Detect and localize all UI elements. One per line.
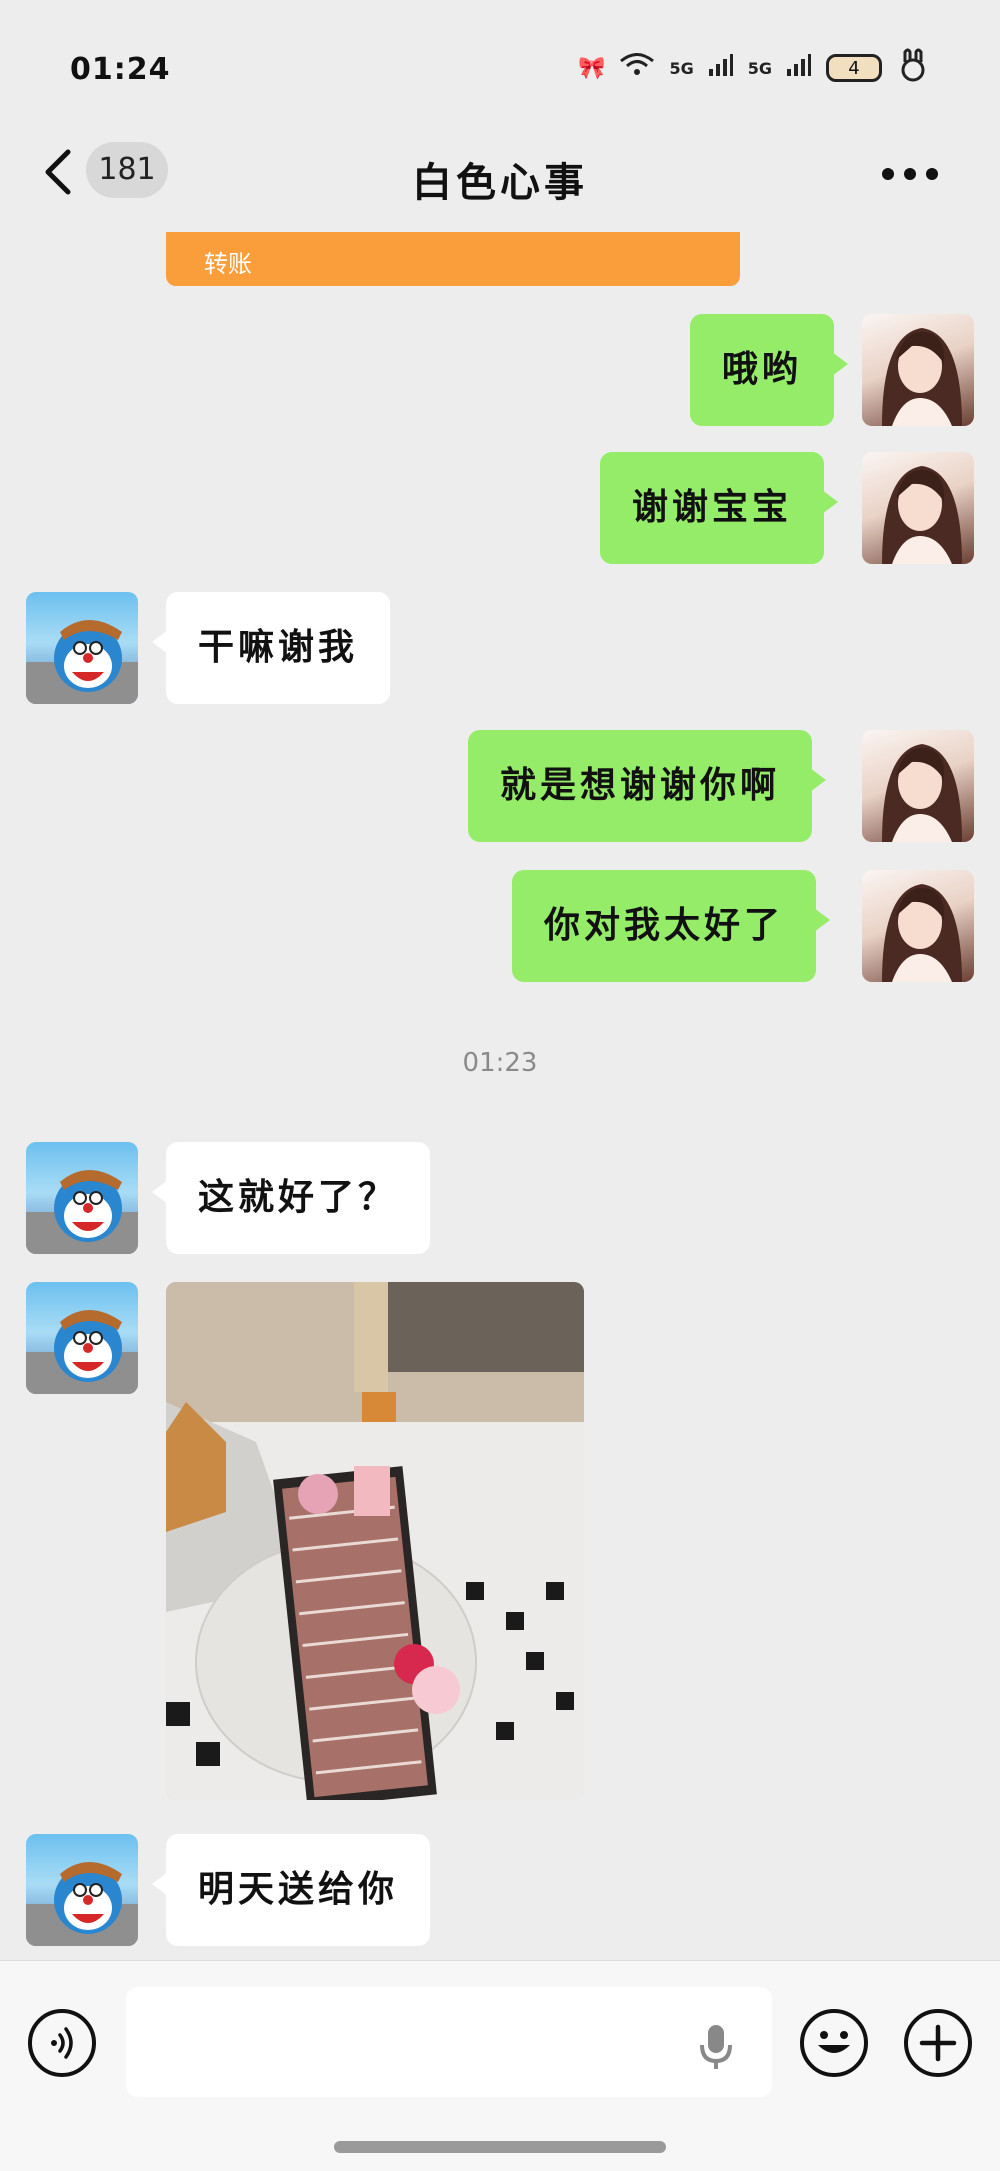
doraemon-avatar-image bbox=[26, 1862, 138, 1946]
emoji-button[interactable] bbox=[800, 2009, 868, 2077]
battery-icon: 4 bbox=[826, 54, 882, 82]
message-bubble-sent[interactable]: 就是想谢谢你啊 bbox=[468, 730, 827, 842]
contact-avatar[interactable] bbox=[26, 1282, 138, 1394]
girl-avatar-image bbox=[882, 328, 962, 426]
status-icons: 🎀 5G 5G 4 bbox=[578, 48, 930, 88]
my-avatar[interactable] bbox=[862, 870, 974, 982]
girl-avatar-image bbox=[882, 744, 962, 842]
image-message[interactable] bbox=[166, 1282, 584, 1800]
doraemon-avatar-image bbox=[26, 1310, 138, 1394]
dot-icon bbox=[882, 168, 894, 180]
money-tray-photo bbox=[166, 1282, 584, 1800]
signal-5g-label-2: 5G bbox=[747, 58, 772, 78]
bunny-icon bbox=[896, 48, 930, 88]
status-bar: 01:24 🎀 5G 5G 4 bbox=[0, 0, 1000, 120]
chat-title: 白色心事 bbox=[412, 160, 588, 206]
signal-5g-label-1: 5G bbox=[669, 58, 694, 78]
wifi-icon bbox=[619, 52, 655, 84]
bow-icon: 🎀 bbox=[578, 55, 606, 81]
girl-avatar-image bbox=[882, 884, 962, 982]
voice-wave-icon bbox=[51, 2027, 73, 2059]
transfer-card[interactable]: 转账 bbox=[166, 232, 740, 286]
message-bubble-sent[interactable]: 哦哟 bbox=[690, 314, 849, 426]
transfer-label: 转账 bbox=[204, 250, 252, 278]
signal-bars-icon bbox=[708, 53, 734, 83]
message-bubble-received[interactable]: 明天送给你 bbox=[151, 1834, 431, 1946]
status-time: 01:24 bbox=[70, 52, 171, 87]
chat-timestamp: 01:23 bbox=[462, 1048, 538, 1078]
message-bubble-received[interactable]: 干嘛谢我 bbox=[151, 592, 391, 704]
doraemon-avatar-image bbox=[26, 620, 138, 704]
message-bubble-sent[interactable]: 你对我太好了 bbox=[512, 870, 831, 982]
my-avatar[interactable] bbox=[862, 314, 974, 426]
home-indicator[interactable] bbox=[334, 2141, 666, 2153]
message-input[interactable] bbox=[126, 1987, 772, 2097]
girl-avatar-image bbox=[882, 466, 962, 564]
dot-icon bbox=[904, 168, 916, 180]
voice-toggle-button[interactable] bbox=[28, 2009, 96, 2077]
my-avatar[interactable] bbox=[862, 730, 974, 842]
doraemon-avatar-image bbox=[26, 1170, 138, 1254]
message-bubble-received[interactable]: 这就好了？ bbox=[151, 1142, 431, 1254]
smiley-icon bbox=[818, 2031, 850, 2053]
battery-level: 4 bbox=[848, 57, 860, 79]
microphone-icon[interactable] bbox=[696, 2021, 736, 2073]
message-bubble-sent[interactable]: 谢谢宝宝 bbox=[600, 452, 839, 564]
dot-icon bbox=[926, 168, 938, 180]
add-more-button[interactable] bbox=[904, 2009, 972, 2077]
contact-avatar[interactable] bbox=[26, 1142, 138, 1254]
contact-avatar[interactable] bbox=[26, 1834, 138, 1946]
more-options-button[interactable] bbox=[882, 168, 938, 182]
input-bar bbox=[0, 1960, 1000, 2171]
chat-header: 181 白色心事 bbox=[0, 120, 1000, 230]
my-avatar[interactable] bbox=[862, 452, 974, 564]
plus-icon bbox=[919, 2024, 957, 2062]
contact-avatar[interactable] bbox=[26, 592, 138, 704]
signal-bars-icon bbox=[786, 53, 812, 83]
